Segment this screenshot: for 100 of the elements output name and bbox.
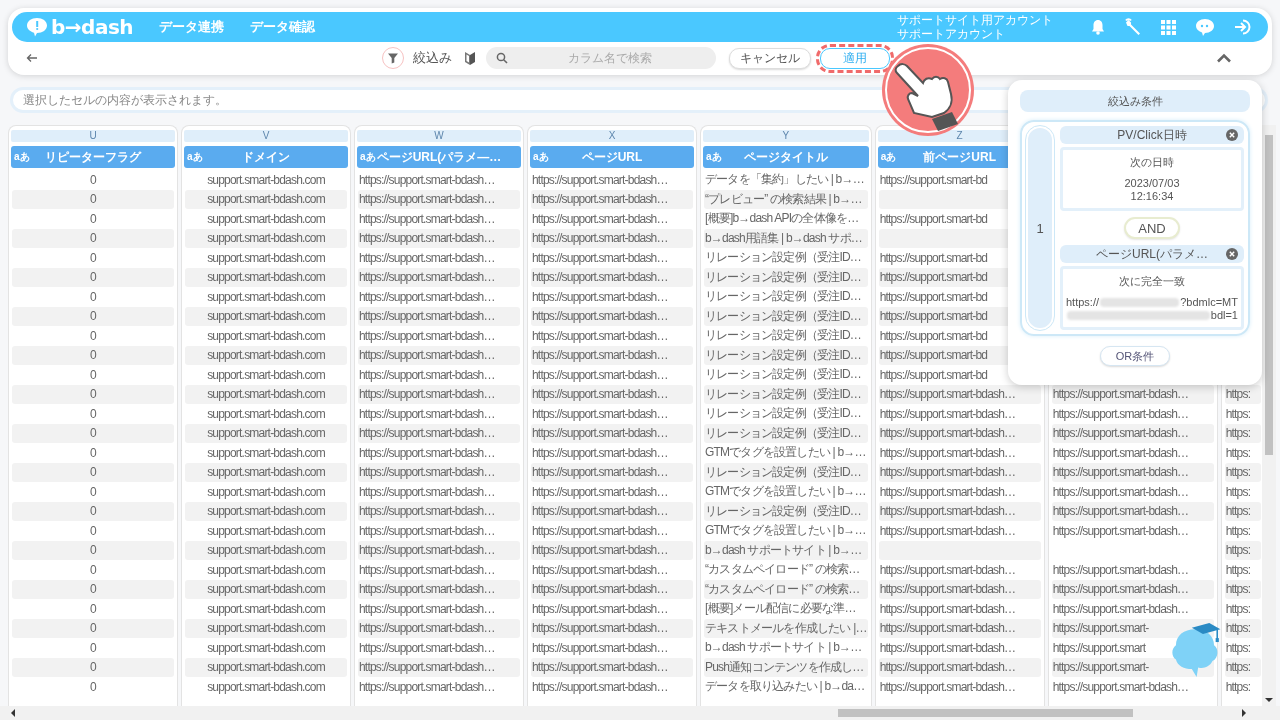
table-cell[interactable]: [概要]メール配信に必要な準… (705, 600, 856, 618)
table-cell[interactable]: support.smart-bdash.com (207, 445, 325, 460)
table-cell[interactable]: https://support.smart-bdash… (359, 523, 495, 538)
table-cell[interactable]: https://support.smart-bdash… (532, 640, 668, 655)
table-cell[interactable]: https: (1225, 406, 1251, 421)
table-cell[interactable]: support.smart-bdash.com (207, 289, 325, 304)
table-cell[interactable]: https://support.smart-bdash… (359, 211, 495, 226)
table-cell[interactable]: データを「集約」したい | b→… (705, 171, 864, 189)
table-cell[interactable]: https: (1225, 562, 1251, 577)
table-cell[interactable]: https://support.smart-bdash… (532, 406, 668, 421)
table-cell[interactable]: https://support.smart-bdash… (359, 679, 495, 694)
table-cell[interactable]: 0 (90, 484, 96, 499)
table-cell[interactable]: https://support.smart (1052, 640, 1146, 655)
table-cell[interactable]: https://support.smart-bd (879, 250, 988, 265)
table-cell[interactable]: https://support.smart-bdash… (359, 445, 495, 460)
table-cell[interactable]: https://support.smart-bdash… (532, 328, 668, 343)
table-cell[interactable]: 0 (90, 387, 96, 402)
table-cell[interactable]: https://support.smart-bdash… (359, 484, 495, 499)
table-cell[interactable]: support.smart-bdash.com (207, 328, 325, 343)
table-cell[interactable]: https://support.smart-bd (879, 172, 988, 187)
table-cell[interactable]: GTMでタグを設置したい | b→… (705, 522, 866, 540)
table-cell[interactable]: https://support.smart-bdash… (1052, 406, 1189, 421)
table-cell[interactable]: リレーション設定例（受注ID… (705, 249, 861, 267)
table-cell[interactable]: 0 (90, 348, 96, 363)
table-cell[interactable]: 0 (90, 328, 96, 343)
table-cell[interactable]: https://support.smart-bdash… (359, 406, 495, 421)
table-cell[interactable]: 0 (90, 270, 96, 285)
table-cell[interactable]: support.smart-bdash.com (207, 484, 325, 499)
table-cell[interactable]: https://support.smart-bdash… (879, 601, 1016, 616)
table-cell[interactable]: https://support.smart-bdash… (359, 328, 495, 343)
table-cell[interactable]: https://support.smart-bdash… (359, 562, 495, 577)
table-cell[interactable]: https: (1225, 679, 1251, 694)
table-cell[interactable]: 0 (90, 406, 96, 421)
table-cell[interactable]: https://support.smart-bdash… (532, 679, 668, 694)
table-cell[interactable]: 0 (90, 523, 96, 538)
table-cell[interactable]: support.smart-bdash.com (207, 172, 325, 187)
table-cell[interactable]: support.smart-bdash.com (207, 523, 325, 538)
table-cell[interactable]: 0 (90, 309, 96, 324)
table-cell[interactable]: https://support.smart-bdash… (532, 445, 668, 460)
table-cell[interactable]: https://support.smart-bdash… (879, 445, 1016, 460)
table-cell[interactable]: https://support.smart-bdash… (532, 562, 668, 577)
table-cell[interactable]: [概要]b→dash APIの全体像を… (705, 210, 859, 228)
condition-card[interactable]: 次の日時 2023/07/03 12:16:34 (1060, 147, 1244, 211)
table-cell[interactable]: https://support.smart-bdash… (359, 640, 495, 655)
table-cell[interactable]: https://support.smart-bdash… (879, 679, 1016, 694)
table-cell[interactable]: https://support.smart-bdash… (1052, 523, 1189, 538)
table-cell[interactable]: 0 (90, 367, 96, 382)
table-cell[interactable]: 0 (90, 426, 96, 441)
table-cell[interactable]: 0 (90, 445, 96, 460)
table-cell[interactable]: https://support.smart-bdash… (532, 250, 668, 265)
table-cell[interactable]: https: (1225, 601, 1251, 616)
and-button[interactable]: AND (1124, 217, 1180, 239)
table-cell[interactable]: リレーション設定例（受注ID… (705, 327, 861, 345)
table-cell[interactable]: https://support.smart-bdash… (879, 484, 1016, 499)
table-cell[interactable]: 0 (90, 621, 96, 636)
table-cell[interactable]: support.smart-bdash.com (207, 640, 325, 655)
table-cell[interactable]: リレーション設定例（受注ID… (705, 366, 861, 384)
search-field[interactable]: カラム名で検索 (486, 47, 716, 69)
table-cell[interactable]: GTMでタグを設置したい | b→… (705, 444, 866, 462)
table-cell[interactable]: 0 (90, 562, 96, 577)
table-cell[interactable]: https://support.smart-bdash… (879, 562, 1016, 577)
table-cell[interactable]: support.smart-bdash.com (207, 250, 325, 265)
table-cell[interactable]: https://support.smart-bdash… (532, 601, 668, 616)
table-cell[interactable]: 0 (90, 660, 96, 675)
table-cell[interactable]: 0 (90, 504, 96, 519)
table-cell[interactable]: https://support.smart-bdash… (879, 523, 1016, 538)
condition-card[interactable]: 次に完全一致 https:// ?bdmlc=MT bdl=1 (1060, 266, 1244, 330)
table-cell[interactable]: https://support.smart-bd (879, 367, 988, 382)
table-cell[interactable]: リレーション設定例（受注ID… (705, 288, 861, 306)
table-cell[interactable]: https: (1225, 640, 1251, 655)
or-condition-button[interactable]: OR条件 (1100, 346, 1170, 366)
table-cell[interactable]: https://support.smart-bdash… (532, 211, 668, 226)
table-cell[interactable]: https://support.smart-bdash… (359, 601, 495, 616)
table-cell[interactable]: https://support.smart-bdash… (879, 406, 1016, 421)
table-cell[interactable]: https://support.smart-bdash… (1052, 601, 1189, 616)
table-cell[interactable]: 0 (90, 250, 96, 265)
table-cell[interactable]: https://support.smart-bdash… (532, 289, 668, 304)
table-cell[interactable]: https://support.smart-bdash… (359, 172, 495, 187)
table-cell[interactable]: 0 (90, 231, 96, 246)
table-cell[interactable]: https://support.smart-bdash… (532, 523, 668, 538)
table-cell[interactable]: GTMでタグを設置したい | b→… (705, 483, 866, 501)
table-cell[interactable]: データを取り込みたい | b→da… (705, 678, 865, 696)
table-cell[interactable]: support.smart-bdash.com (207, 562, 325, 577)
table-cell[interactable]: 0 (90, 582, 96, 597)
table-cell[interactable]: テキストメールを作成したい |… (705, 619, 867, 637)
table-cell[interactable]: 0 (90, 640, 96, 655)
table-cell[interactable]: https://support.smart-bdash… (359, 250, 495, 265)
table-cell[interactable]: https://support.smart-bdash… (1052, 562, 1189, 577)
table-cell[interactable]: https: (1225, 484, 1251, 499)
table-cell[interactable]: support.smart-bdash.com (207, 406, 325, 421)
table-cell[interactable]: https: (1225, 445, 1251, 460)
table-cell[interactable]: リレーション設定例（受注ID… (705, 405, 861, 423)
table-cell[interactable]: 0 (90, 211, 96, 226)
table-cell[interactable]: https://support.smart-bd (879, 328, 988, 343)
table-cell[interactable]: support.smart-bdash.com (207, 601, 325, 616)
table-cell[interactable]: support.smart-bdash.com (207, 367, 325, 382)
table-cell[interactable]: 0 (90, 289, 96, 304)
table-cell[interactable]: 0 (90, 601, 96, 616)
table-cell[interactable]: 0 (90, 543, 96, 558)
table-cell[interactable]: https://support.smart-bdash… (532, 367, 668, 382)
